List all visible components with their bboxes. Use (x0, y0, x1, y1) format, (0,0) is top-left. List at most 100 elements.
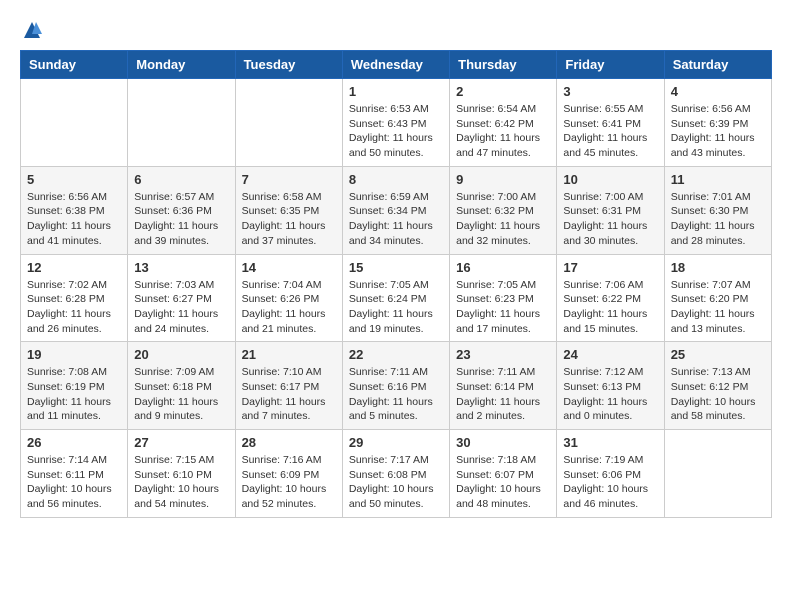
calendar-cell: 13 Sunrise: 7:03 AM Sunset: 6:27 PM Dayli… (128, 254, 235, 342)
calendar-cell: 22 Sunrise: 7:11 AM Sunset: 6:16 PM Dayli… (342, 342, 449, 430)
day-info: Sunrise: 6:53 AM Sunset: 6:43 PM Dayligh… (349, 102, 443, 161)
day-number: 5 (27, 172, 121, 187)
calendar-cell: 21Sunrise: 7:10 AM Sunset: 6:17 PM Dayli… (235, 342, 342, 430)
calendar-cell: 23Sunrise: 7:11 AM Sunset: 6:14 PM Dayli… (450, 342, 557, 430)
calendar-cell: 15 Sunrise: 7:05 AM Sunset: 6:24 PM Dayli… (342, 254, 449, 342)
calendar-cell (128, 79, 235, 167)
day-number: 25 (671, 347, 765, 362)
day-info: Sunrise: 6:56 AM Sunset: 6:39 PM Dayligh… (671, 102, 765, 161)
day-info: Sunrise: 6:59 AM Sunset: 6:34 PM Dayligh… (349, 190, 443, 249)
day-info: Sunrise: 7:01 AM Sunset: 6:30 PM Dayligh… (671, 190, 765, 249)
day-number: 15 (349, 260, 443, 275)
day-number: 27 (134, 435, 228, 450)
day-number: 18 (671, 260, 765, 275)
day-info: Sunrise: 7:12 AM Sunset: 6:13 PM Dayligh… (563, 365, 657, 424)
day-number: 30 (456, 435, 550, 450)
weekday-header-friday: Friday (557, 51, 664, 79)
calendar-cell: 1 Sunrise: 6:53 AM Sunset: 6:43 PM Daylig… (342, 79, 449, 167)
day-number: 6 (134, 172, 228, 187)
calendar-cell: 7Sunrise: 6:58 AM Sunset: 6:35 PM Daylig… (235, 166, 342, 254)
day-info: Sunrise: 7:09 AM Sunset: 6:18 PM Dayligh… (134, 365, 228, 424)
calendar-cell: 18 Sunrise: 7:07 AM Sunset: 6:20 PM Dayli… (664, 254, 771, 342)
day-number: 12 (27, 260, 121, 275)
week-row-3: 12 Sunrise: 7:02 AM Sunset: 6:28 PM Dayli… (21, 254, 772, 342)
calendar-cell: 11 Sunrise: 7:01 AM Sunset: 6:30 PM Dayli… (664, 166, 771, 254)
calendar-cell: 17 Sunrise: 7:06 AM Sunset: 6:22 PM Dayli… (557, 254, 664, 342)
day-info: Sunrise: 7:19 AM Sunset: 6:06 PM Dayligh… (563, 453, 657, 512)
calendar-cell: 28 Sunrise: 7:16 AM Sunset: 6:09 PM Dayli… (235, 430, 342, 518)
week-row-4: 19 Sunrise: 7:08 AM Sunset: 6:19 PM Dayli… (21, 342, 772, 430)
weekday-header-wednesday: Wednesday (342, 51, 449, 79)
calendar-cell: 8 Sunrise: 6:59 AM Sunset: 6:34 PM Daylig… (342, 166, 449, 254)
calendar-cell: 4 Sunrise: 6:56 AM Sunset: 6:39 PM Daylig… (664, 79, 771, 167)
day-number: 31 (563, 435, 657, 450)
day-number: 23 (456, 347, 550, 362)
calendar-cell: 27 Sunrise: 7:15 AM Sunset: 6:10 PM Dayli… (128, 430, 235, 518)
day-info: Sunrise: 7:08 AM Sunset: 6:19 PM Dayligh… (27, 365, 121, 424)
week-row-1: 1 Sunrise: 6:53 AM Sunset: 6:43 PM Daylig… (21, 79, 772, 167)
day-info: Sunrise: 7:05 AM Sunset: 6:23 PM Dayligh… (456, 278, 550, 337)
calendar-cell: 3Sunrise: 6:55 AM Sunset: 6:41 PM Daylig… (557, 79, 664, 167)
day-number: 10 (563, 172, 657, 187)
calendar-table: SundayMondayTuesdayWednesdayThursdayFrid… (20, 50, 772, 518)
calendar-cell: 5 Sunrise: 6:56 AM Sunset: 6:38 PM Daylig… (21, 166, 128, 254)
day-number: 13 (134, 260, 228, 275)
weekday-header-row: SundayMondayTuesdayWednesdayThursdayFrid… (21, 51, 772, 79)
day-number: 8 (349, 172, 443, 187)
day-info: Sunrise: 7:07 AM Sunset: 6:20 PM Dayligh… (671, 278, 765, 337)
calendar-cell: 30Sunrise: 7:18 AM Sunset: 6:07 PM Dayli… (450, 430, 557, 518)
day-number: 1 (349, 84, 443, 99)
day-info: Sunrise: 7:02 AM Sunset: 6:28 PM Dayligh… (27, 278, 121, 337)
calendar-cell: 9 Sunrise: 7:00 AM Sunset: 6:32 PM Daylig… (450, 166, 557, 254)
day-number: 20 (134, 347, 228, 362)
day-info: Sunrise: 7:06 AM Sunset: 6:22 PM Dayligh… (563, 278, 657, 337)
day-info: Sunrise: 7:15 AM Sunset: 6:10 PM Dayligh… (134, 453, 228, 512)
logo-icon (22, 20, 42, 40)
weekday-header-monday: Monday (128, 51, 235, 79)
day-number: 17 (563, 260, 657, 275)
week-row-2: 5 Sunrise: 6:56 AM Sunset: 6:38 PM Daylig… (21, 166, 772, 254)
weekday-header-sunday: Sunday (21, 51, 128, 79)
calendar-cell (21, 79, 128, 167)
calendar-cell: 6Sunrise: 6:57 AM Sunset: 6:36 PM Daylig… (128, 166, 235, 254)
day-number: 14 (242, 260, 336, 275)
day-info: Sunrise: 7:04 AM Sunset: 6:26 PM Dayligh… (242, 278, 336, 337)
day-info: Sunrise: 7:14 AM Sunset: 6:11 PM Dayligh… (27, 453, 121, 512)
day-info: Sunrise: 7:03 AM Sunset: 6:27 PM Dayligh… (134, 278, 228, 337)
day-number: 11 (671, 172, 765, 187)
day-info: Sunrise: 6:56 AM Sunset: 6:38 PM Dayligh… (27, 190, 121, 249)
calendar-cell: 26Sunrise: 7:14 AM Sunset: 6:11 PM Dayli… (21, 430, 128, 518)
day-info: Sunrise: 7:11 AM Sunset: 6:16 PM Dayligh… (349, 365, 443, 424)
calendar-cell: 24 Sunrise: 7:12 AM Sunset: 6:13 PM Dayli… (557, 342, 664, 430)
day-number: 19 (27, 347, 121, 362)
page-header (20, 20, 772, 40)
day-number: 4 (671, 84, 765, 99)
calendar-cell: 31 Sunrise: 7:19 AM Sunset: 6:06 PM Dayli… (557, 430, 664, 518)
calendar-cell: 25 Sunrise: 7:13 AM Sunset: 6:12 PM Dayli… (664, 342, 771, 430)
logo (20, 20, 42, 40)
day-number: 2 (456, 84, 550, 99)
calendar-cell: 29Sunrise: 7:17 AM Sunset: 6:08 PM Dayli… (342, 430, 449, 518)
day-info: Sunrise: 7:05 AM Sunset: 6:24 PM Dayligh… (349, 278, 443, 337)
day-info: Sunrise: 7:00 AM Sunset: 6:32 PM Dayligh… (456, 190, 550, 249)
week-row-5: 26Sunrise: 7:14 AM Sunset: 6:11 PM Dayli… (21, 430, 772, 518)
weekday-header-thursday: Thursday (450, 51, 557, 79)
day-info: Sunrise: 7:16 AM Sunset: 6:09 PM Dayligh… (242, 453, 336, 512)
weekday-header-tuesday: Tuesday (235, 51, 342, 79)
day-number: 22 (349, 347, 443, 362)
day-info: Sunrise: 6:58 AM Sunset: 6:35 PM Dayligh… (242, 190, 336, 249)
day-number: 24 (563, 347, 657, 362)
day-number: 16 (456, 260, 550, 275)
day-info: Sunrise: 7:13 AM Sunset: 6:12 PM Dayligh… (671, 365, 765, 424)
calendar-cell: 14 Sunrise: 7:04 AM Sunset: 6:26 PM Dayli… (235, 254, 342, 342)
calendar-cell (235, 79, 342, 167)
day-number: 28 (242, 435, 336, 450)
calendar-cell: 16 Sunrise: 7:05 AM Sunset: 6:23 PM Dayli… (450, 254, 557, 342)
day-info: Sunrise: 6:54 AM Sunset: 6:42 PM Dayligh… (456, 102, 550, 161)
day-info: Sunrise: 6:55 AM Sunset: 6:41 PM Dayligh… (563, 102, 657, 161)
day-number: 9 (456, 172, 550, 187)
calendar-cell: 12 Sunrise: 7:02 AM Sunset: 6:28 PM Dayli… (21, 254, 128, 342)
day-info: Sunrise: 7:17 AM Sunset: 6:08 PM Dayligh… (349, 453, 443, 512)
calendar-cell: 2 Sunrise: 6:54 AM Sunset: 6:42 PM Daylig… (450, 79, 557, 167)
day-info: Sunrise: 7:00 AM Sunset: 6:31 PM Dayligh… (563, 190, 657, 249)
